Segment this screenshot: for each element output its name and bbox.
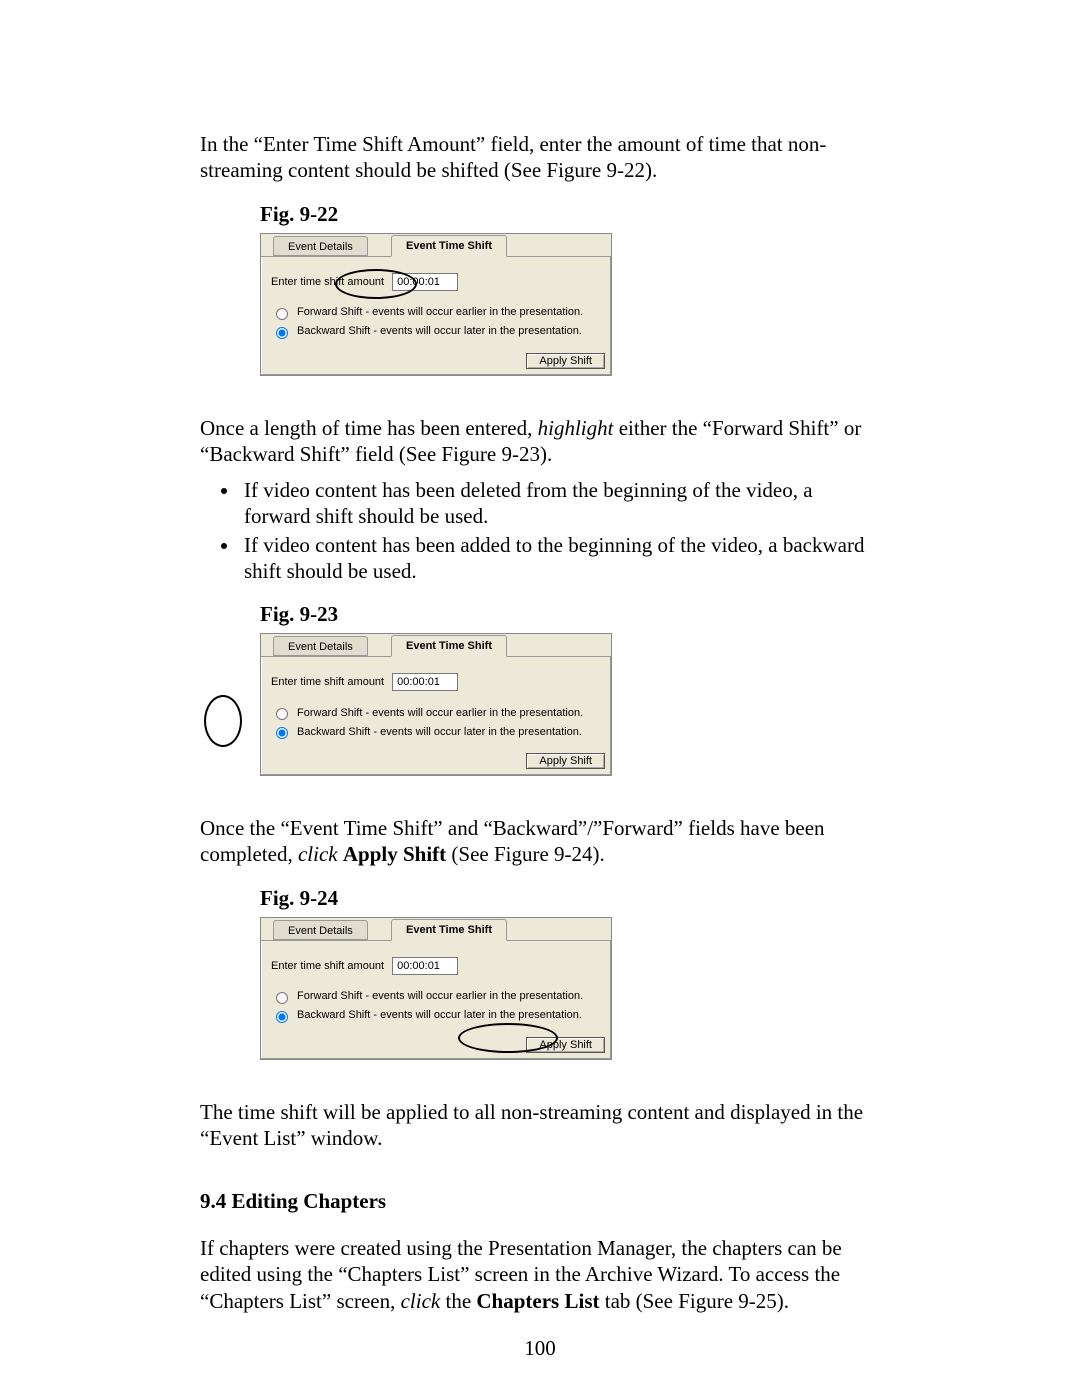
text-bold: Chapters List <box>476 1289 599 1313</box>
backward-shift-label: Backward Shift - events will occur later… <box>297 325 582 337</box>
text: tab (See Figure 9-25). <box>599 1289 789 1313</box>
backward-shift-radio[interactable] <box>276 327 288 339</box>
tab-event-time-shift[interactable]: Event Time Shift <box>391 919 507 941</box>
apply-shift-button[interactable]: Apply Shift <box>526 353 605 369</box>
time-shift-label: Enter time shift amount <box>271 960 384 972</box>
paragraph-5: If chapters were created using the Prese… <box>200 1235 880 1314</box>
screenshot-fig-922: Event Details Event Time Shift Enter tim… <box>260 233 612 376</box>
forward-shift-radio[interactable] <box>276 992 288 1004</box>
text: the <box>440 1289 476 1313</box>
section-heading-94: 9.4 Editing Chapters <box>200 1189 880 1214</box>
apply-shift-button[interactable]: Apply Shift <box>526 1037 605 1053</box>
time-shift-label: Enter time shift amount <box>271 676 384 688</box>
tab-event-details[interactable]: Event Details <box>273 236 368 256</box>
backward-shift-label: Backward Shift - events will occur later… <box>297 726 582 738</box>
paragraph-3: Once the “Event Time Shift” and “Backwar… <box>200 815 880 868</box>
backward-shift-radio[interactable] <box>276 727 288 739</box>
figure-label-923: Fig. 9-23 <box>260 602 880 627</box>
figure-label-924: Fig. 9-24 <box>260 886 880 911</box>
time-shift-input[interactable] <box>392 673 458 691</box>
time-shift-input[interactable] <box>392 273 458 291</box>
tab-event-time-shift[interactable]: Event Time Shift <box>391 235 507 257</box>
backward-shift-label: Backward Shift - events will occur later… <box>297 1009 582 1021</box>
tab-event-time-shift[interactable]: Event Time Shift <box>391 635 507 657</box>
text-bold: Apply Shift <box>343 842 446 866</box>
tab-bar: Event Details Event Time Shift <box>261 234 611 257</box>
page-number: 100 <box>0 1336 1080 1361</box>
bullet-list: If video content has been deleted from t… <box>200 477 880 584</box>
text: Once a length of time has been entered, <box>200 416 538 440</box>
apply-shift-button[interactable]: Apply Shift <box>526 753 605 769</box>
annotation-oval-radios <box>204 695 242 747</box>
paragraph-4: The time shift will be applied to all no… <box>200 1099 880 1152</box>
time-shift-label: Enter time shift amount <box>271 276 384 288</box>
text-italic: click <box>401 1289 441 1313</box>
screenshot-fig-924: Event Details Event Time Shift Enter tim… <box>260 917 612 1060</box>
list-item: If video content has been deleted from t… <box>240 477 880 530</box>
tab-event-details[interactable]: Event Details <box>273 636 368 656</box>
forward-shift-radio[interactable] <box>276 308 288 320</box>
figure-label-922: Fig. 9-22 <box>260 202 880 227</box>
tab-bar: Event Details Event Time Shift <box>261 634 611 657</box>
text-italic: click <box>298 842 338 866</box>
forward-shift-label: Forward Shift - events will occur earlie… <box>297 707 583 719</box>
text: (See Figure 9-24). <box>446 842 605 866</box>
backward-shift-radio[interactable] <box>276 1011 288 1023</box>
time-shift-input[interactable] <box>392 957 458 975</box>
forward-shift-radio[interactable] <box>276 708 288 720</box>
tab-event-details[interactable]: Event Details <box>273 920 368 940</box>
forward-shift-label: Forward Shift - events will occur earlie… <box>297 306 583 318</box>
paragraph-1: In the “Enter Time Shift Amount” field, … <box>200 131 880 184</box>
tab-bar: Event Details Event Time Shift <box>261 918 611 941</box>
forward-shift-label: Forward Shift - events will occur earlie… <box>297 990 583 1002</box>
list-item: If video content has been added to the b… <box>240 532 880 585</box>
text-italic: highlight <box>538 416 614 440</box>
paragraph-2: Once a length of time has been entered, … <box>200 415 880 468</box>
screenshot-fig-923: Event Details Event Time Shift Enter tim… <box>260 633 612 776</box>
